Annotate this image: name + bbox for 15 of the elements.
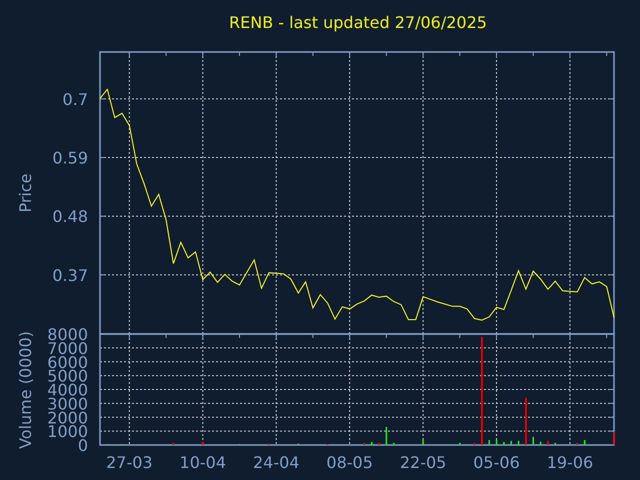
- axis-tick-label: 27-03: [106, 453, 153, 472]
- axis-tick-label: 24-04: [252, 453, 300, 472]
- axis-tick-label: 08-05: [326, 453, 373, 472]
- axis-tick-label: 10-04: [180, 453, 226, 472]
- axis-tick-label: 0: [78, 436, 88, 455]
- axis-tick-label: 19-06: [546, 453, 594, 472]
- axis-title: Volume (0000): [16, 331, 35, 449]
- axis-title: Price: [16, 173, 35, 213]
- axis-tick-label: 0.59: [52, 148, 88, 168]
- axis-tick-label: 0.37: [52, 266, 88, 285]
- chart-title: RENB - last updated 27/06/2025: [228, 12, 488, 34]
- axis-tick-label: 05-06: [473, 453, 520, 472]
- axis-tick-label: 0.7: [62, 90, 88, 109]
- axis-tick-label: 0.48: [52, 207, 88, 226]
- axis-tick-label: 22-05: [400, 453, 446, 472]
